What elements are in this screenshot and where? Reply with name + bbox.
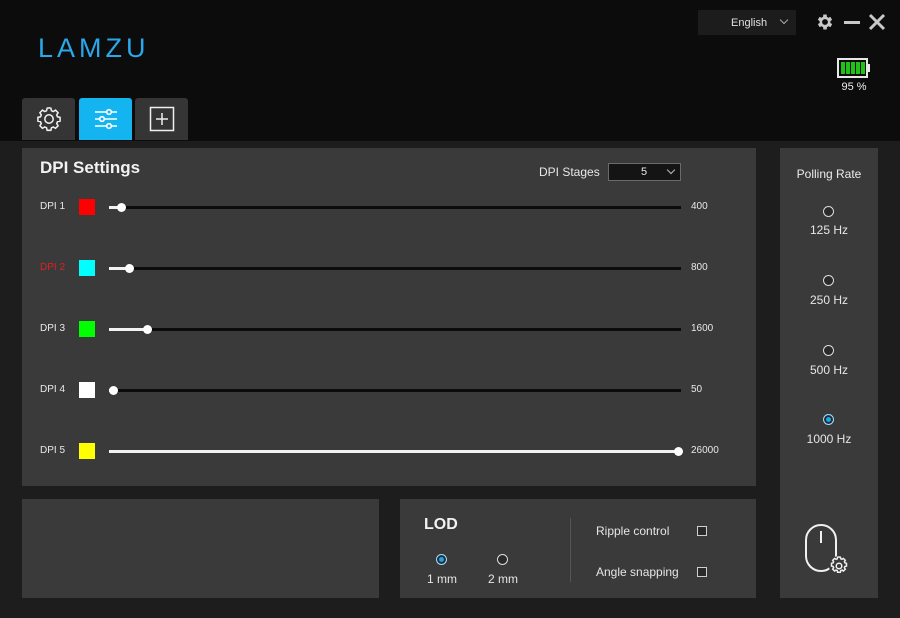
dpi-3-slider[interactable] — [109, 325, 681, 334]
angle-snapping-checkbox[interactable] — [697, 567, 707, 577]
dpi-4-slider-handle[interactable] — [108, 386, 118, 395]
polling-rate-title: Polling Rate — [796, 167, 862, 181]
angle-snapping-label: Angle snapping — [596, 565, 679, 579]
dpi-4-color-swatch[interactable] — [79, 382, 95, 398]
settings-gear-icon[interactable] — [814, 11, 836, 33]
lod-2mm-label: 2 mm — [488, 572, 518, 586]
dpi-3-label: DPI 3 — [40, 323, 66, 334]
dpi-1-slider[interactable] — [109, 203, 681, 212]
lod-2mm-radio[interactable] — [497, 554, 508, 565]
tab-performance[interactable] — [79, 98, 132, 140]
chevron-down-icon — [666, 165, 676, 175]
battery-icon — [837, 58, 870, 78]
chevron-down-icon — [779, 15, 789, 25]
dpi-2-slider[interactable] — [109, 264, 681, 273]
dpi-3-value: 1600 — [691, 323, 714, 334]
polling-250-label: 250 Hz — [809, 293, 849, 307]
mouse-settings-icon[interactable] — [803, 522, 855, 580]
dpi-1-label: DPI 1 — [40, 201, 66, 212]
polling-250-radio[interactable] — [823, 275, 834, 286]
dpi-5-label: DPI 5 — [40, 445, 66, 456]
polling-125-label: 125 Hz — [809, 223, 849, 237]
battery-cell — [861, 62, 865, 74]
dpi-1-slider-handle[interactable] — [116, 203, 126, 212]
minimize-icon[interactable] — [841, 11, 863, 33]
ripple-control-label: Ripple control — [596, 524, 670, 538]
app-logo: LAMZU — [38, 33, 150, 63]
battery-cell — [841, 62, 845, 74]
dpi-3-slider-handle[interactable] — [142, 325, 152, 334]
tab-settings[interactable] — [22, 98, 75, 140]
gear-icon — [36, 107, 61, 132]
battery-cell — [856, 62, 860, 74]
dpi-5-slider[interactable] — [109, 447, 684, 456]
dpi-2-label: DPI 2 — [40, 262, 66, 273]
dpi-4-label: DPI 4 — [40, 384, 66, 395]
empty-panel — [22, 499, 379, 598]
dpi-4-slider[interactable] — [108, 386, 681, 395]
polling-1000-label: 1000 Hz — [806, 432, 852, 446]
dpi-2-color-swatch[interactable] — [79, 260, 95, 276]
dpi-2-value: 800 — [691, 262, 708, 273]
dpi-settings-title: DPI Settings — [40, 158, 141, 177]
close-icon[interactable] — [866, 11, 888, 33]
dpi-5-color-swatch[interactable] — [79, 443, 95, 459]
lod-1mm-label: 1 mm — [427, 572, 457, 586]
dpi-3-slider-fill — [109, 328, 147, 331]
polling-500-radio[interactable] — [823, 345, 834, 356]
dpi-5-slider-fill — [109, 450, 679, 453]
polling-125-radio[interactable] — [823, 206, 834, 217]
dpi-1-color-swatch[interactable] — [79, 199, 95, 215]
dpi-stages-select[interactable]: 5 — [608, 163, 681, 181]
battery-cell — [846, 62, 850, 74]
lod-divider — [570, 518, 571, 582]
dpi-stages-label: DPI Stages — [539, 165, 600, 179]
dpi-stages-value: 5 — [641, 166, 648, 178]
language-select[interactable]: English — [698, 10, 796, 35]
dpi-5-value: 26000 — [691, 445, 719, 456]
polling-1000-radio[interactable] — [823, 414, 834, 425]
dpi-3-color-swatch[interactable] — [79, 321, 95, 337]
ripple-control-checkbox[interactable] — [697, 526, 707, 536]
dpi-1-value: 400 — [691, 201, 708, 212]
tab-macro[interactable] — [135, 98, 188, 140]
language-value: English — [731, 16, 768, 29]
polling-500-label: 500 Hz — [809, 363, 849, 377]
lod-title: LOD — [424, 516, 458, 533]
battery-cell — [851, 62, 855, 74]
lod-1mm-radio[interactable] — [436, 554, 447, 565]
sliders-icon — [94, 108, 117, 130]
add-box-icon — [149, 106, 174, 132]
dpi-settings-panel — [22, 148, 756, 486]
dpi-4-value: 50 — [691, 384, 703, 395]
battery-percent: 95 % — [841, 81, 867, 93]
